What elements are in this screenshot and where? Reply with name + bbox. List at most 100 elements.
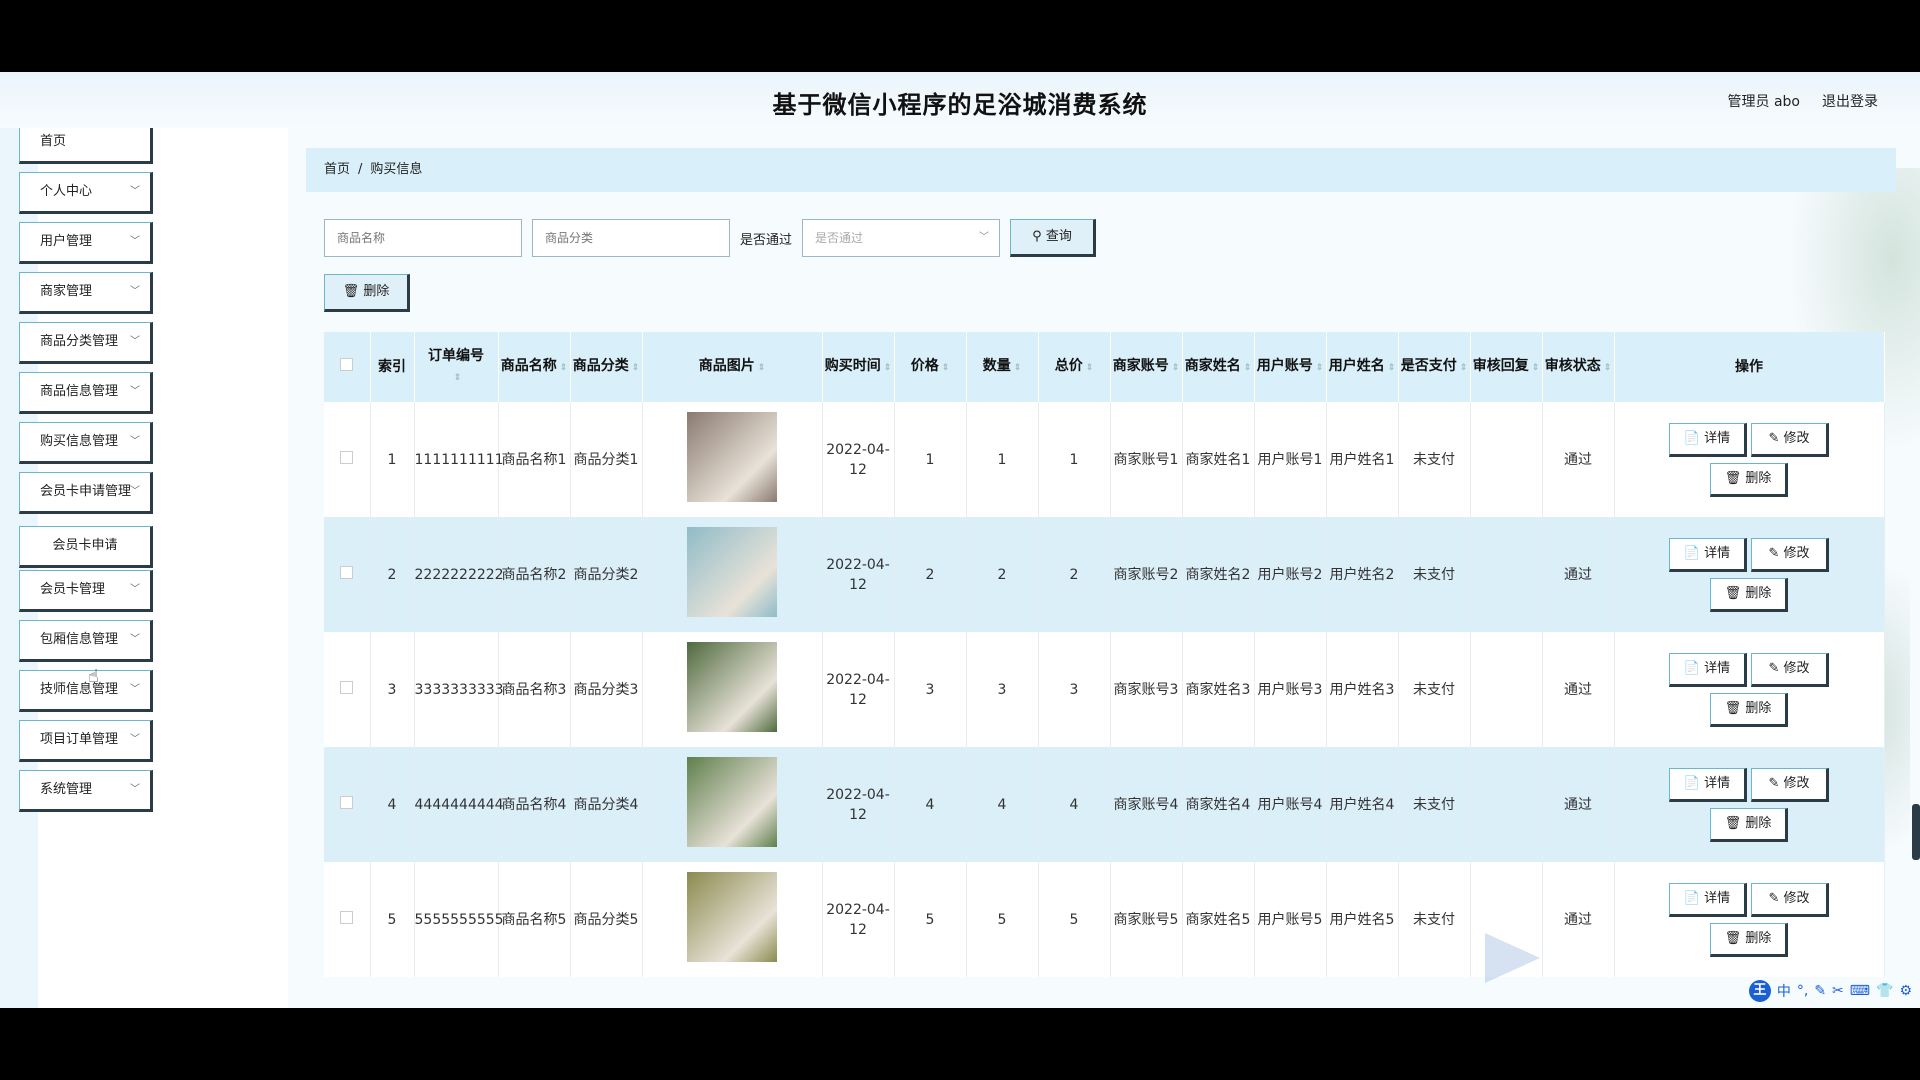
cell-paid: 未支付 bbox=[1398, 517, 1471, 632]
table-row[interactable]: 2 2222222222 商品名称2 商品分类2 2022-04-12 2 2 2 商家账号2 商… bbox=[324, 517, 1885, 632]
header-merchant-account[interactable]: 商家账号 ⇕ bbox=[1110, 332, 1183, 402]
table-row[interactable]: 5 5555555555 商品名称5 商品分类5 2022-04-12 5 5 5 商家账号5 商… bbox=[324, 862, 1885, 977]
sidebar-item[interactable]: 包厢信息管理 ﹀ bbox=[19, 620, 153, 662]
product-name-input[interactable] bbox=[324, 219, 522, 257]
delete-button-label: 删除 bbox=[1745, 930, 1772, 946]
cell-paid: 未支付 bbox=[1398, 747, 1471, 862]
product-thumbnail[interactable] bbox=[687, 526, 777, 617]
sidebar-item[interactable]: 技师信息管理 ﹀ bbox=[19, 670, 153, 712]
detail-button[interactable]: 📄 详情 bbox=[1669, 882, 1747, 917]
detail-button-label: 详情 bbox=[1704, 660, 1731, 676]
header-product-category[interactable]: 商品分类 ⇕ bbox=[570, 332, 643, 402]
keyboard-icon[interactable]: ⌨ bbox=[1850, 983, 1870, 999]
scissors-icon[interactable]: ✂ bbox=[1832, 983, 1844, 999]
logout-link[interactable]: 退出登录 bbox=[1822, 91, 1878, 111]
cell-product-name: 商品名称1 bbox=[498, 402, 571, 517]
select-all-header bbox=[324, 332, 371, 402]
header-product-name[interactable]: 商品名称 ⇕ bbox=[498, 332, 571, 402]
delete-button[interactable]: 🗑 删除 bbox=[1710, 462, 1788, 497]
batch-delete-button[interactable]: 🗑 删除 bbox=[324, 274, 410, 312]
cell-review-status: 通过 bbox=[1542, 747, 1615, 862]
sidebar-item[interactable]: 商家管理 ﹀ bbox=[19, 272, 153, 314]
cell-total: 5 bbox=[1038, 862, 1111, 977]
row-checkbox[interactable] bbox=[340, 680, 354, 694]
delete-button[interactable]: 🗑 删除 bbox=[1710, 922, 1788, 957]
cell-purchase-time: 2022-04-12 bbox=[822, 862, 895, 977]
sidebar-item[interactable]: 会员卡申请 bbox=[19, 526, 153, 568]
product-thumbnail[interactable] bbox=[687, 871, 777, 962]
header-paid[interactable]: 是否支付 ⇕ bbox=[1398, 332, 1471, 402]
pen-icon[interactable]: ✎ bbox=[1814, 983, 1826, 999]
header-user-name[interactable]: 用户姓名 ⇕ bbox=[1326, 332, 1399, 402]
edit-button[interactable]: ✎ 修改 bbox=[1751, 652, 1829, 687]
scrollbar-thumb[interactable] bbox=[1912, 804, 1920, 860]
cell-user-name: 用户姓名1 bbox=[1326, 402, 1399, 517]
query-button[interactable]: ⚲ 查询 bbox=[1010, 219, 1097, 257]
cell-review-status: 通过 bbox=[1542, 402, 1615, 517]
detail-button[interactable]: 📄 详情 bbox=[1669, 652, 1747, 687]
trash-icon: 🗑 bbox=[1724, 585, 1746, 601]
product-thumbnail[interactable] bbox=[687, 756, 777, 847]
document-icon: 📄 bbox=[1683, 545, 1705, 561]
sidebar-item[interactable]: 系统管理 ﹀ bbox=[19, 770, 153, 812]
row-actions-cell: 📄 详情 ✎ 修改 🗑 删除 bbox=[1614, 632, 1885, 747]
sidebar-item[interactable]: 项目订单管理 ﹀ bbox=[19, 720, 153, 762]
row-checkbox[interactable] bbox=[340, 450, 354, 464]
header-price[interactable]: 价格 ⇕ bbox=[894, 332, 967, 402]
product-thumbnail[interactable] bbox=[687, 641, 777, 732]
header-label: 商品图片 bbox=[698, 358, 755, 374]
edit-button[interactable]: ✎ 修改 bbox=[1751, 767, 1829, 802]
sidebar-item[interactable]: 首页 bbox=[19, 128, 153, 164]
row-actions-cell: 📄 详情 ✎ 修改 🗑 删除 bbox=[1614, 862, 1885, 977]
table-row[interactable]: 3 3333333333 商品名称3 商品分类3 2022-04-12 3 3 3 商家账号3 商… bbox=[324, 632, 1885, 747]
ime-toolbar[interactable]: 王 中 °, ✎ ✂ ⌨ 👕 ⚙ bbox=[1748, 980, 1912, 1002]
approved-select[interactable]: 是否通过 ﹀ bbox=[802, 219, 1001, 257]
edit-button[interactable]: ✎ 修改 bbox=[1751, 537, 1829, 572]
delete-button[interactable]: 🗑 删除 bbox=[1710, 807, 1788, 842]
row-checkbox[interactable] bbox=[340, 910, 354, 924]
delete-button[interactable]: 🗑 删除 bbox=[1710, 577, 1788, 612]
sidebar-item[interactable]: 用户管理 ﹀ bbox=[19, 222, 153, 264]
edit-button[interactable]: ✎ 修改 bbox=[1751, 422, 1829, 457]
sidebar-item[interactable]: 会员卡管理 ﹀ bbox=[19, 570, 153, 612]
trash-icon: 🗑 bbox=[1724, 700, 1746, 716]
sidebar-item[interactable]: 个人中心 ﹀ bbox=[19, 172, 153, 214]
detail-button[interactable]: 📄 详情 bbox=[1669, 537, 1747, 572]
header-order-no[interactable]: 订单编号 ⇕ bbox=[414, 332, 499, 402]
table-row[interactable]: 1 1111111111 商品名称1 商品分类1 2022-04-12 1 1 1 商家账号1 商… bbox=[324, 402, 1885, 517]
row-checkbox[interactable] bbox=[340, 795, 354, 809]
sidebar-item[interactable]: 会员卡申请管理 ﹀ bbox=[19, 472, 153, 514]
sidebar-item[interactable]: 商品分类管理 ﹀ bbox=[19, 322, 153, 364]
header-user-account[interactable]: 用户账号 ⇕ bbox=[1254, 332, 1327, 402]
header-product-image[interactable]: 商品图片 ⇕ bbox=[642, 332, 823, 402]
header-total[interactable]: 总价 ⇕ bbox=[1038, 332, 1111, 402]
header-merchant-name[interactable]: 商家姓名 ⇕ bbox=[1182, 332, 1255, 402]
header-review-status[interactable]: 审核状态 ⇕ bbox=[1542, 332, 1615, 402]
sidebar-item[interactable]: 商品信息管理 ﹀ bbox=[19, 372, 153, 414]
table-row[interactable]: 4 4444444444 商品名称4 商品分类4 2022-04-12 4 4 4 商家账号4 商… bbox=[324, 747, 1885, 862]
cell-total: 3 bbox=[1038, 632, 1111, 747]
breadcrumb-separator: / bbox=[358, 162, 363, 177]
ime-punct-icon[interactable]: °, bbox=[1797, 983, 1808, 999]
shirt-icon[interactable]: 👕 bbox=[1876, 983, 1893, 999]
trash-icon: 🗑 bbox=[1724, 815, 1746, 831]
delete-button-label: 删除 bbox=[1745, 470, 1772, 486]
detail-button[interactable]: 📄 详情 bbox=[1669, 767, 1747, 802]
header-review-reply[interactable]: 审核回复 ⇕ bbox=[1470, 332, 1543, 402]
header-purchase-time[interactable]: 购买时间 ⇕ bbox=[822, 332, 895, 402]
sidebar-item[interactable]: 购买信息管理 ﹀ bbox=[19, 422, 153, 464]
detail-button[interactable]: 📄 详情 bbox=[1669, 422, 1747, 457]
edit-button[interactable]: ✎ 修改 bbox=[1751, 882, 1829, 917]
gear-icon[interactable]: ⚙ bbox=[1899, 983, 1912, 999]
product-thumbnail[interactable] bbox=[687, 411, 777, 502]
header-quantity[interactable]: 数量 ⇕ bbox=[966, 332, 1039, 402]
select-all-checkbox[interactable] bbox=[340, 358, 354, 371]
delete-button[interactable]: 🗑 删除 bbox=[1710, 692, 1788, 727]
breadcrumb-home[interactable]: 首页 bbox=[324, 162, 350, 177]
ime-language[interactable]: 中 bbox=[1777, 981, 1791, 1001]
product-category-input[interactable] bbox=[532, 219, 730, 257]
cell-quantity: 4 bbox=[966, 747, 1039, 862]
breadcrumb: 首页 / 购买信息 bbox=[306, 148, 1896, 192]
edit-button-label: 修改 bbox=[1783, 430, 1810, 446]
row-checkbox[interactable] bbox=[340, 565, 354, 579]
